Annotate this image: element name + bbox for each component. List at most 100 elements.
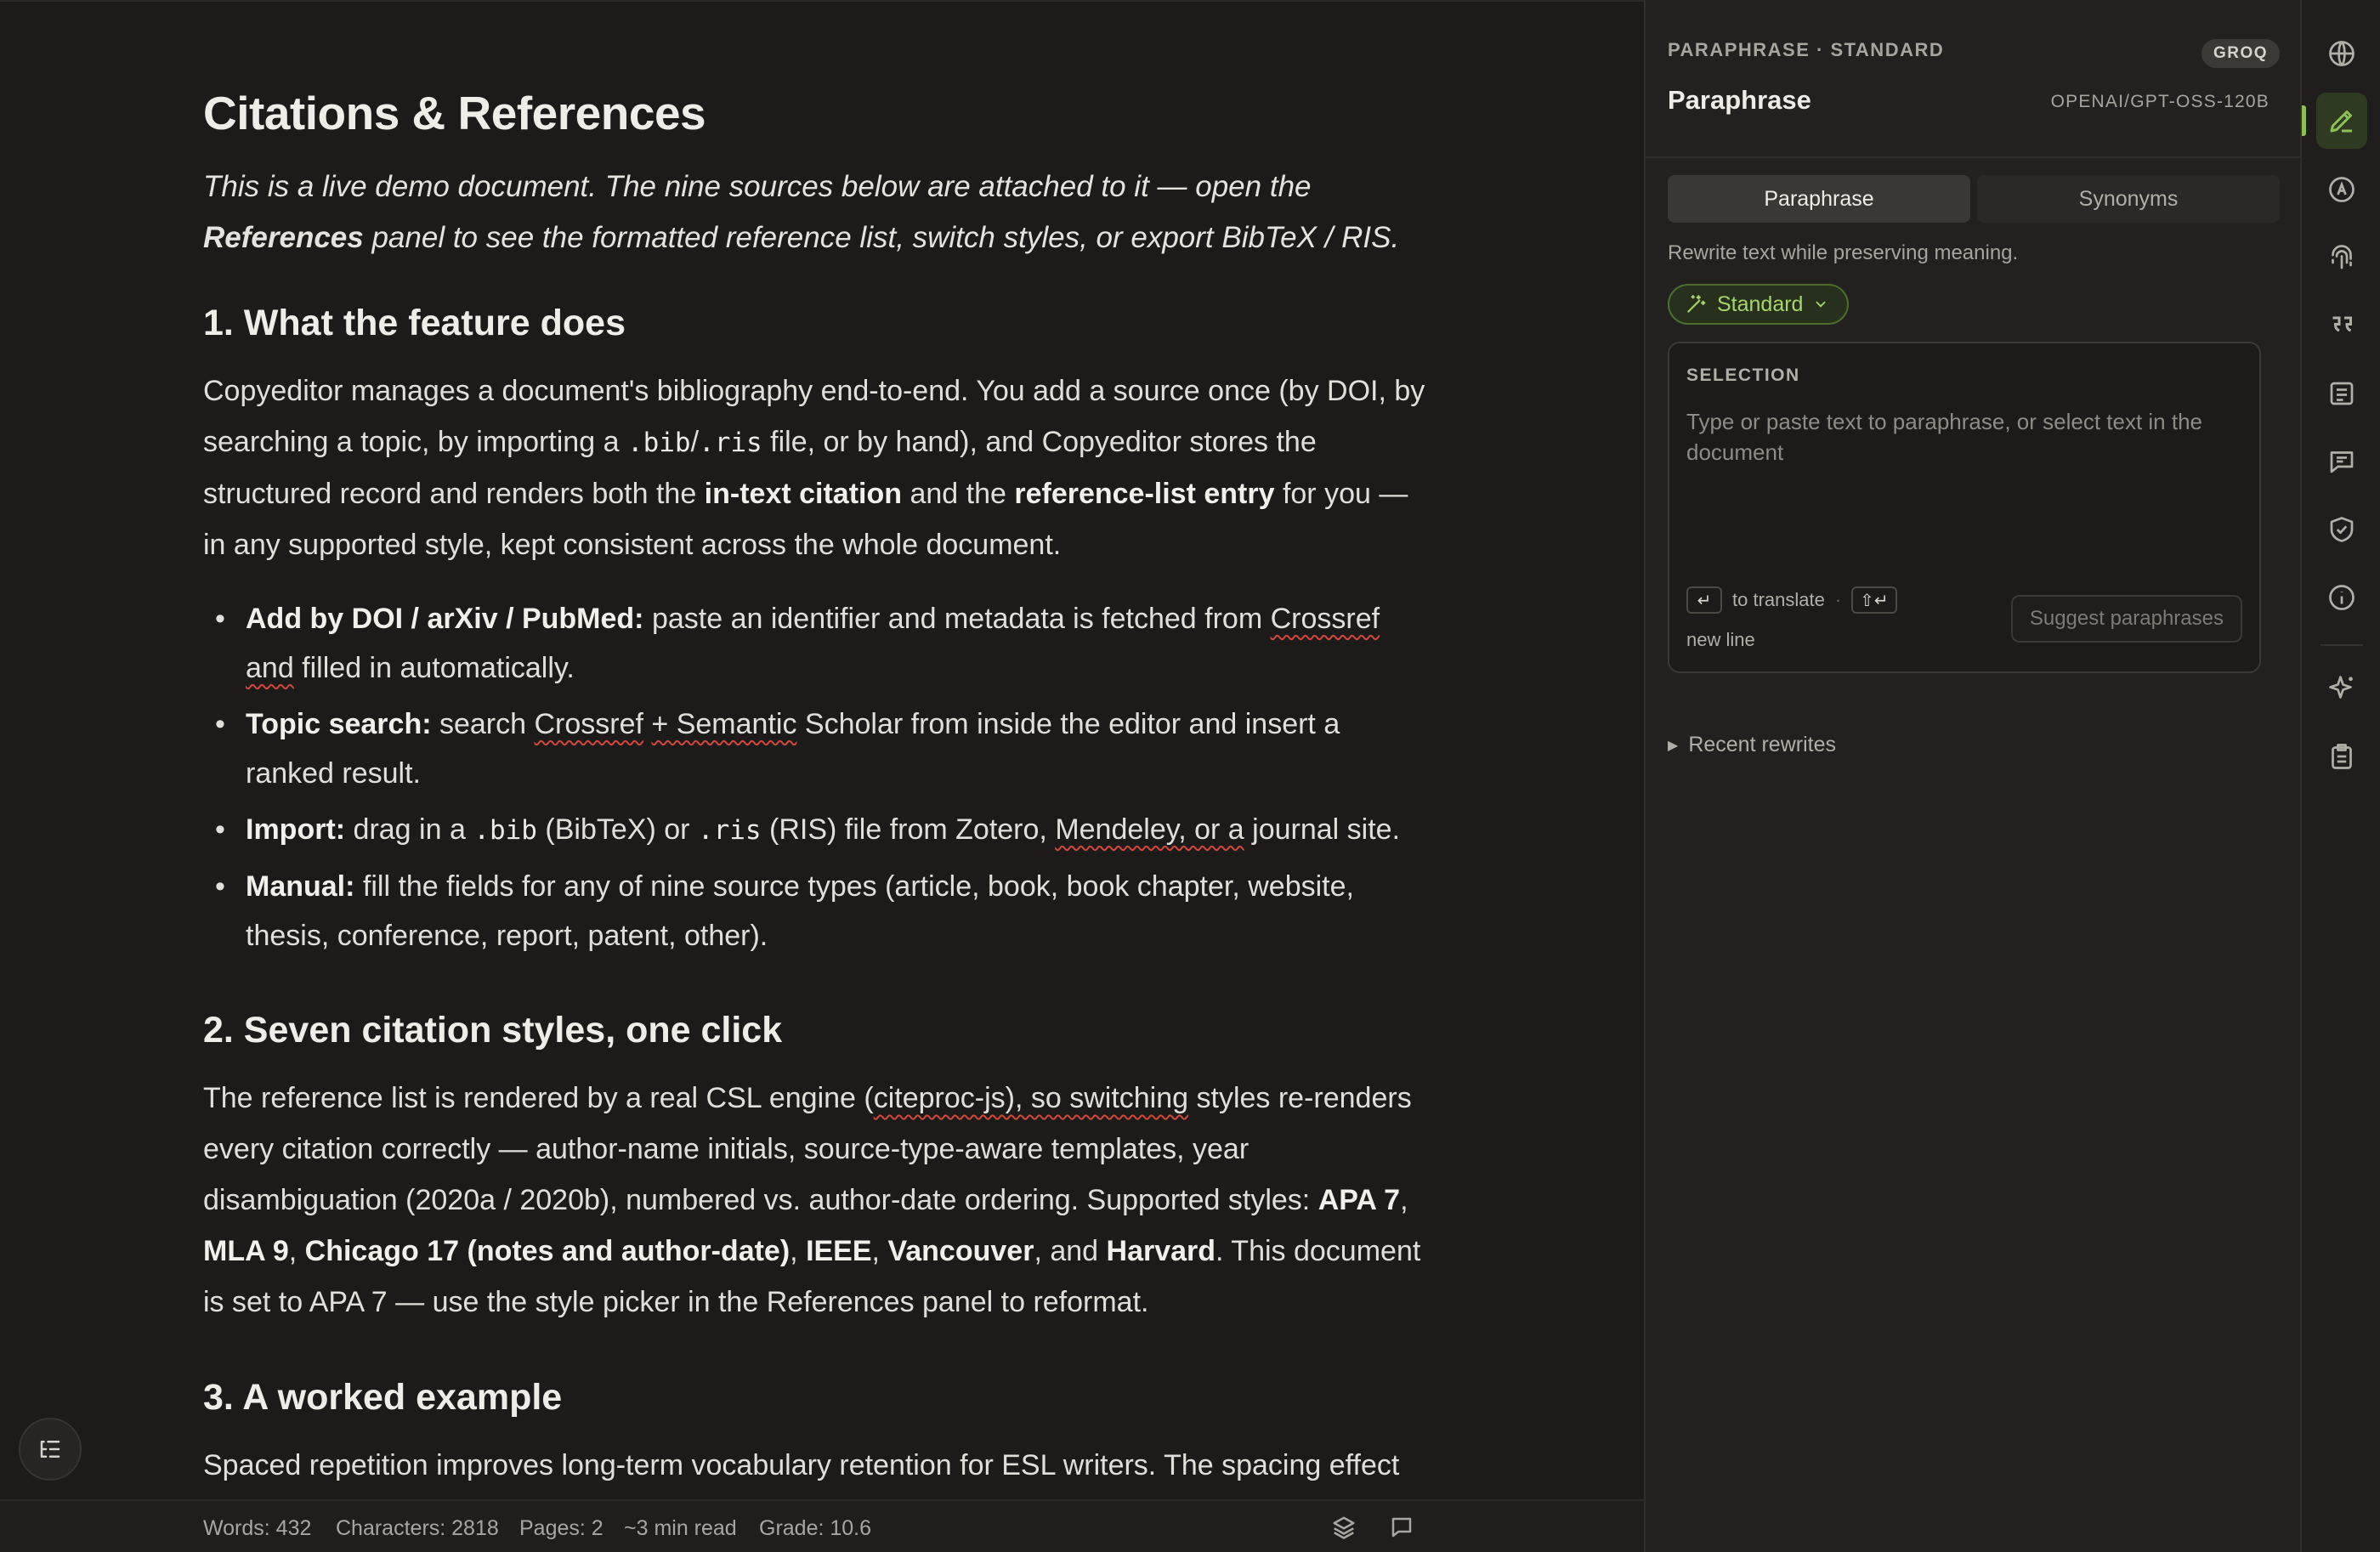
section3-heading[interactable]: 3. A worked example — [203, 1372, 1436, 1423]
list-item[interactable]: Add by DOI / arXiv / PubMed: paste an id… — [215, 594, 1436, 693]
editor-pane: Citations & References This is a live de… — [0, 0, 1644, 1552]
info-icon[interactable] — [2321, 577, 2362, 618]
rail-divider — [2320, 644, 2363, 646]
text-run: and the — [902, 477, 1015, 510]
section3-paragraph[interactable]: Spaced repetition improves long-term voc… — [203, 1440, 1436, 1491]
section1-heading[interactable]: 1. What the feature does — [203, 297, 1436, 348]
spellcheck-flag[interactable]: Crossref — [535, 708, 643, 740]
keyboard-hint: ↵ to translate · ⇧↵ — [1686, 586, 1897, 614]
panel-tabs: Paraphrase Synonyms — [1668, 175, 2280, 223]
text-run: , — [1400, 1183, 1408, 1216]
intro-text-end: panel to see the formatted reference lis… — [363, 220, 1400, 254]
text-run: search — [431, 707, 535, 740]
style-name: Harvard — [1106, 1234, 1216, 1267]
layers-icon[interactable] — [1331, 1515, 1357, 1540]
clipboard-icon[interactable] — [2321, 736, 2362, 777]
paraphrase-panel: PARAPHRASE · STANDARD GROQ Paraphrase OP… — [1644, 0, 2300, 1552]
text-run: , and — [1034, 1234, 1107, 1267]
text-run: (BibTeX) or — [536, 813, 698, 846]
hint-separator: · — [1834, 589, 1842, 610]
hint-translate: to translate — [1732, 589, 1825, 610]
sparkle-icon[interactable] — [2321, 668, 2362, 709]
style-name: Vancouver — [887, 1234, 1034, 1267]
style-name: APA 7 — [1318, 1183, 1401, 1216]
inline-code: .bib — [473, 814, 537, 846]
intro-text: This is a live demo document. The nine s… — [203, 169, 1312, 203]
fingerprint-icon[interactable] — [2321, 237, 2362, 278]
inline-code: .bib — [626, 427, 691, 458]
tab-synonyms[interactable]: Synonyms — [1977, 175, 2280, 223]
recent-rewrites-label: Recent rewrites — [1688, 733, 1836, 756]
selection-input-box[interactable]: SELECTION Type or paste text to paraphra… — [1668, 342, 2261, 673]
suggest-paraphrases-button[interactable]: Suggest paraphrases — [2010, 595, 2242, 643]
style-name: MLA 9 — [203, 1234, 289, 1267]
bold-run: Manual: — [246, 869, 355, 903]
style-name: Chicago 17 (notes and author-date) — [304, 1234, 790, 1267]
pen-icon[interactable] — [2316, 93, 2367, 149]
shift-enter-key-icon: ⇧↵ — [1851, 586, 1897, 614]
enter-key-icon: ↵ — [1686, 586, 1722, 614]
selection-label: SELECTION — [1686, 365, 1800, 385]
section2-paragraph[interactable]: The reference list is rendered by a real… — [203, 1073, 1436, 1328]
tab-paraphrase[interactable]: Paraphrase — [1668, 175, 1970, 223]
spellcheck-flag[interactable]: Mendeley, or a — [1055, 813, 1244, 846]
read-time: ~3 min read — [624, 1516, 737, 1540]
comment-icon[interactable] — [2321, 441, 2362, 482]
spellcheck-flag[interactable]: + Semantic — [651, 708, 796, 740]
word-count: Words: 432 — [203, 1516, 312, 1540]
text-run: , — [288, 1234, 305, 1267]
panel-overline: PARAPHRASE · STANDARD — [1668, 39, 1945, 60]
bold-run: reference-list entry — [1014, 477, 1275, 510]
mode-dropdown[interactable]: Standard — [1668, 284, 1850, 325]
intro-bold: References — [203, 220, 364, 254]
selection-placeholder[interactable]: Type or paste text to paraphrase, or sel… — [1686, 406, 2239, 467]
page-count: Pages: 2 — [519, 1516, 604, 1540]
quote-icon[interactable] — [2321, 305, 2362, 346]
text-run: filled in automatically. — [293, 651, 575, 684]
style-name: IEEE — [806, 1234, 872, 1267]
inline-code: .ris — [699, 427, 762, 458]
text-run: The reference list is rendered by a real… — [203, 1081, 874, 1114]
grade-level: Grade: 10.6 — [759, 1516, 872, 1540]
text-run: journal site. — [1244, 813, 1401, 846]
text-run: , — [790, 1234, 807, 1267]
list-item[interactable]: Import: drag in a .bib (BibTeX) or .ris … — [215, 805, 1436, 855]
comment-icon[interactable] — [1389, 1515, 1414, 1540]
intro-paragraph[interactable]: This is a live demo document. The nine s… — [203, 161, 1436, 263]
spellcheck-flag[interactable]: citeproc-js), so switching — [874, 1082, 1188, 1114]
feature-list: Add by DOI / arXiv / PubMed: paste an id… — [215, 594, 1436, 960]
bold-run: Topic search: — [246, 707, 432, 740]
bold-run: Add by DOI / arXiv / PubMed: — [246, 602, 644, 635]
active-indicator — [2302, 105, 2306, 136]
bold-run: in-text citation — [704, 477, 903, 510]
section1-paragraph[interactable]: Copyeditor manages a document's bibliogr… — [203, 365, 1436, 570]
text-run: / — [690, 425, 700, 458]
outline-icon — [40, 1441, 60, 1458]
bold-run: Import: — [246, 813, 346, 846]
section2-heading[interactable]: 2. Seven citation styles, one click — [203, 1005, 1436, 1056]
list-item[interactable]: Topic search: search Crossref + Semantic… — [215, 700, 1436, 798]
text-run: , — [871, 1234, 888, 1267]
list-icon[interactable] — [2321, 373, 2362, 414]
panel-subtitle: Rewrite text while preserving meaning. — [1668, 241, 2019, 264]
header-divider — [1646, 156, 2300, 158]
outline-toggle-button[interactable] — [19, 1418, 82, 1481]
shield-check-icon[interactable] — [2321, 509, 2362, 550]
model-name: OPENAI/GPT-OSS-120B — [2050, 92, 2270, 111]
recent-rewrites-toggle[interactable]: ▶ Recent rewrites — [1668, 733, 1836, 757]
document-title[interactable]: Citations & References — [203, 83, 1436, 144]
document-body[interactable]: Citations & References This is a live de… — [203, 83, 1436, 1515]
inline-code: .ris — [697, 814, 762, 846]
text-run: fill the fields for any of nine source t… — [246, 869, 1354, 952]
character-count: Characters: 2818 — [336, 1516, 499, 1540]
text-run: drag in a — [345, 813, 474, 846]
provider-badge: GROQ — [2201, 39, 2280, 68]
wand-icon — [1687, 295, 1706, 313]
mode-label: Standard — [1717, 292, 1804, 316]
triangle-right-icon: ▶ — [1668, 738, 1679, 753]
globe-icon[interactable] — [2321, 33, 2362, 74]
list-item[interactable]: Manual: fill the fields for any of nine … — [215, 862, 1436, 960]
at-sign-icon[interactable] — [2321, 169, 2362, 210]
text-run: (RIS) file from Zotero, — [761, 813, 1056, 846]
panel-title: Paraphrase — [1668, 85, 1811, 115]
